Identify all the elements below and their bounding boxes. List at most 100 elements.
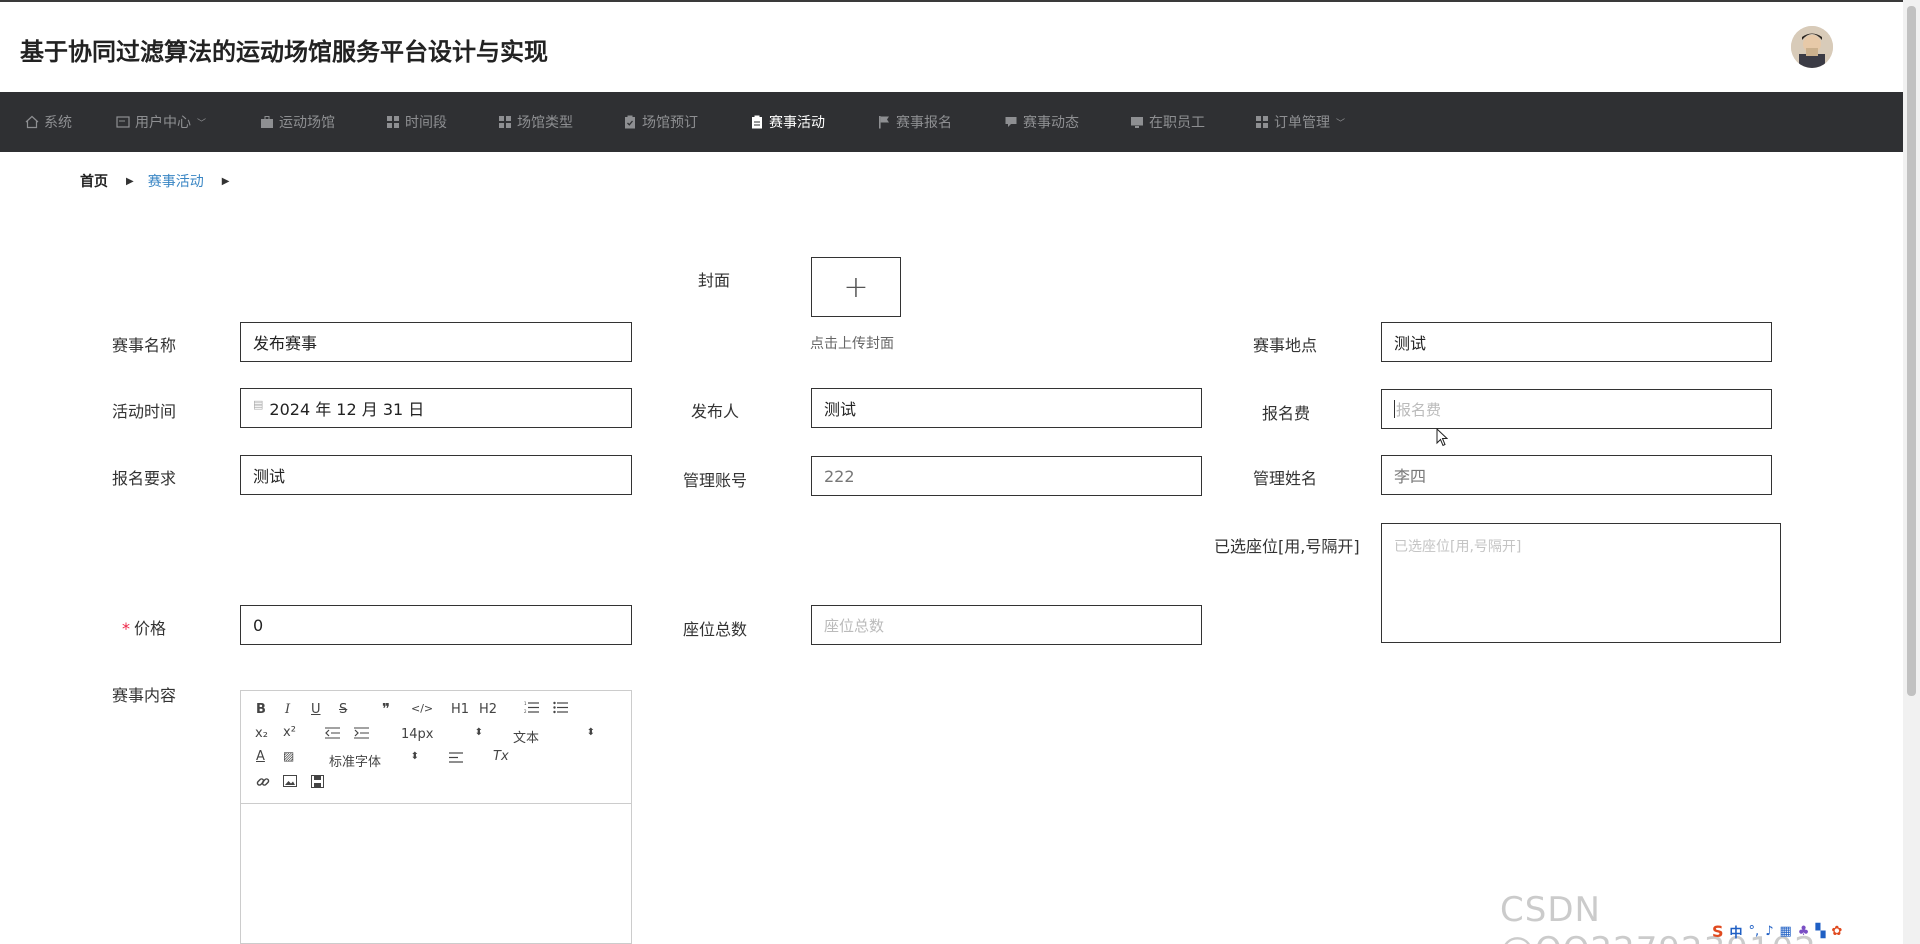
event-content-label: 赛事内容 (112, 686, 177, 705)
ime-mode-label[interactable]: 中 (1730, 922, 1743, 941)
registration-fee-input[interactable]: 报名费 (1381, 389, 1772, 429)
grid-icon (1254, 114, 1270, 130)
requirement-label: 报名要求 (112, 469, 177, 488)
clear-format-button[interactable]: Tx (493, 749, 509, 764)
nav-item-venue-booking[interactable]: 场馆预订 (622, 92, 698, 152)
font-color-button[interactable]: A (256, 749, 265, 764)
nav-item-event-news[interactable]: 赛事动态 (1003, 92, 1079, 152)
nav-item-event-registration[interactable]: 赛事报名 (876, 92, 952, 152)
activity-time-picker[interactable]: ▤ 2024 年 12 月 31 日 (240, 388, 632, 428)
cover-upload-hint: 点击上传封面 (810, 336, 894, 352)
event-location-label: 赛事地点 (1253, 336, 1318, 355)
font-family-select[interactable]: 标准字体 ⬍ (329, 751, 419, 770)
bold-button[interactable]: B (256, 702, 266, 717)
toolbox-icon[interactable]: ▚ (1815, 924, 1825, 939)
cover-upload[interactable]: + (811, 257, 901, 317)
nav-label: 系统 (44, 115, 72, 131)
superscript-button[interactable]: x² (283, 725, 296, 740)
nav-item-system[interactable]: 系统 (24, 92, 72, 152)
requirement-value: 测试 (253, 467, 286, 486)
nav-item-events[interactable]: 赛事活动 (749, 92, 825, 152)
admin-account-value: 222 (824, 466, 855, 486)
bullet-list-icon[interactable] (553, 701, 568, 718)
settings-icon[interactable]: ✿ (1831, 924, 1842, 939)
total-seats-placeholder: 座位总数 (824, 616, 885, 635)
code-block-button[interactable]: </> (411, 702, 433, 715)
select-arrows-icon: ⬍ (474, 727, 483, 738)
breadcrumb-current[interactable]: 赛事活动 (148, 171, 204, 191)
event-name-value: 发布赛事 (253, 334, 318, 353)
clipboard-icon (749, 114, 765, 130)
flag-icon (876, 114, 892, 130)
comment-icon (1003, 114, 1019, 130)
keyboard-icon[interactable]: ▦ (1779, 924, 1791, 939)
nav-item-venues[interactable]: 运动场馆 (259, 92, 335, 152)
admin-name-input[interactable]: 李四 (1381, 455, 1772, 495)
total-seats-input[interactable]: 座位总数 (811, 605, 1202, 645)
watermark: CSDN @QQ2279239102 (1500, 890, 1816, 944)
publisher-input[interactable]: 测试 (811, 388, 1202, 428)
heading-select[interactable]: 文本 ⬍ (513, 727, 595, 746)
text-caret (1394, 400, 1395, 418)
punctuation-icon[interactable]: °, (1749, 924, 1760, 939)
app-title: 基于协同过滤算法的运动场馆服务平台设计与实现 (20, 38, 548, 66)
admin-account-input[interactable]: 222 (811, 456, 1202, 496)
price-label-text: 价格 (134, 619, 167, 638)
ordered-list-icon[interactable]: 12 (524, 701, 539, 718)
svg-text:1: 1 (524, 701, 527, 706)
breadcrumb-home[interactable]: 首页 (80, 171, 108, 191)
link-icon[interactable] (256, 775, 270, 793)
price-input[interactable]: 0 (240, 605, 632, 645)
requirement-input[interactable]: 测试 (240, 455, 632, 495)
sogou-icon[interactable]: S (1712, 922, 1724, 941)
event-name-label: 赛事名称 (112, 336, 177, 355)
skin-icon[interactable]: ♣ (1798, 924, 1810, 939)
nav-item-user-center[interactable]: 用户中心 ﹀ (115, 92, 206, 152)
strike-button[interactable]: S (339, 702, 347, 717)
selected-seats-label: 已选座位[用,号隔开] (1214, 537, 1360, 556)
italic-button[interactable]: I (285, 702, 290, 717)
avatar[interactable] (1791, 26, 1833, 68)
registration-fee-placeholder: 报名费 (1396, 400, 1442, 419)
outdent-icon[interactable] (325, 727, 340, 743)
event-name-input[interactable]: 发布赛事 (240, 322, 632, 362)
nav-item-staff[interactable]: 在职员工 (1129, 92, 1205, 152)
indent-icon[interactable] (354, 727, 369, 743)
required-mark: * (122, 619, 130, 638)
svg-text:2: 2 (524, 709, 527, 714)
admin-account-label: 管理账号 (683, 471, 748, 490)
user-card-icon (115, 114, 131, 130)
nav-item-venue-types[interactable]: 场馆类型 (497, 92, 573, 152)
h2-button[interactable]: H2 (479, 702, 497, 717)
microphone-icon[interactable]: ♪ (1765, 924, 1773, 939)
font-size-select[interactable]: 14px ⬍ (401, 727, 483, 743)
font-size-value: 14px (401, 727, 434, 742)
grid-icon (385, 114, 401, 130)
nav-item-time-slots[interactable]: 时间段 (385, 92, 447, 152)
select-arrows-icon: ⬍ (586, 727, 595, 738)
admin-name-label: 管理姓名 (1253, 469, 1318, 488)
nav-item-orders[interactable]: 订单管理 ﹀ (1254, 92, 1345, 152)
admin-name-value: 李四 (1394, 467, 1427, 486)
page-scrollbar[interactable] (1903, 0, 1920, 944)
h1-button[interactable]: H1 (451, 702, 469, 717)
selected-seats-textarea[interactable]: 已选座位[用,号隔开] (1381, 523, 1781, 643)
nav-label: 运动场馆 (279, 115, 335, 131)
editor-content-area[interactable] (241, 805, 631, 943)
underline-button[interactable]: U (311, 702, 321, 717)
blockquote-button[interactable]: ❞ (382, 700, 390, 718)
subscript-button[interactable]: x₂ (255, 726, 268, 741)
breadcrumb: 首页 ▶ 赛事活动 ▶ (80, 171, 243, 191)
nav-label: 时间段 (405, 115, 447, 131)
chevron-down-icon: ﹀ (197, 118, 207, 129)
nav-label: 场馆类型 (517, 115, 573, 131)
nav-label: 场馆预订 (642, 115, 698, 131)
scrollbar-thumb[interactable] (1907, 6, 1916, 696)
publisher-label: 发布人 (691, 402, 740, 421)
video-icon[interactable] (311, 775, 324, 792)
image-icon[interactable] (283, 775, 297, 791)
align-icon[interactable] (449, 752, 463, 767)
background-color-icon[interactable]: ▨ (283, 749, 294, 763)
event-location-input[interactable]: 测试 (1381, 322, 1772, 362)
price-label: * 价格 (122, 615, 166, 639)
